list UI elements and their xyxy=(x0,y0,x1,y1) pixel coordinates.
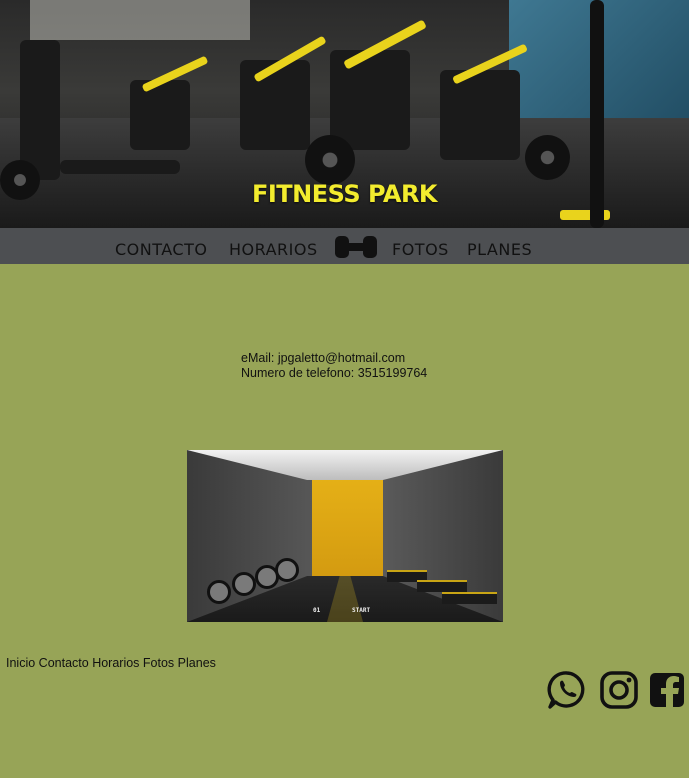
facebook-icon[interactable] xyxy=(647,670,687,710)
footer-link-fotos[interactable]: Fotos xyxy=(143,656,174,670)
photo-bike xyxy=(275,558,299,582)
photo-bike xyxy=(232,572,256,596)
hero-window xyxy=(30,0,250,40)
instagram-icon[interactable] xyxy=(599,670,639,710)
hero-machine xyxy=(240,60,310,150)
photo-bike xyxy=(207,580,231,604)
nav-item-horarios[interactable]: HORARIOS xyxy=(229,228,318,264)
footer-link-inicio[interactable]: Inicio xyxy=(6,656,35,670)
gym-photo: 01 START xyxy=(187,450,503,622)
photo-floor-text: START xyxy=(352,607,371,614)
email-text: eMail: jpgaletto@hotmail.com xyxy=(241,351,406,365)
hero-weight-plate xyxy=(305,135,355,185)
phone-text: Numero de telefono: 3515199764 xyxy=(241,366,428,380)
hero-rack xyxy=(20,40,60,180)
nav-item-contacto[interactable]: CONTACTO xyxy=(115,228,207,264)
hero-machine xyxy=(130,80,190,150)
footer-link-horarios[interactable]: Horarios xyxy=(92,656,139,670)
hero-weight-plate xyxy=(525,135,570,180)
hero-machine xyxy=(440,70,520,160)
photo-treadmill xyxy=(417,580,467,592)
hero-banner: FITNESS PARK xyxy=(0,0,689,228)
site-title: FITNESS PARK xyxy=(251,180,438,208)
footer-links: Inicio Contacto Horarios Fotos Planes xyxy=(6,656,216,670)
hero-machine xyxy=(330,50,410,150)
footer-link-planes[interactable]: Planes xyxy=(178,656,216,670)
nav-item-planes[interactable]: PLANES xyxy=(467,228,532,264)
whatsapp-icon[interactable] xyxy=(547,670,587,710)
hero-bench xyxy=(60,160,180,174)
footer-link-contacto[interactable]: Contacto xyxy=(39,656,89,670)
main-nav: CONTACTO HORARIOS FOTOS PLANES xyxy=(0,228,689,264)
nav-item-fotos[interactable]: FOTOS xyxy=(392,228,449,264)
photo-floor-text: 01 xyxy=(313,607,321,614)
contact-info: eMail: jpgaletto@hotmail.com Numero de t… xyxy=(241,351,427,381)
dumbbell-icon[interactable] xyxy=(333,232,379,262)
photo-treadmill xyxy=(442,592,497,604)
